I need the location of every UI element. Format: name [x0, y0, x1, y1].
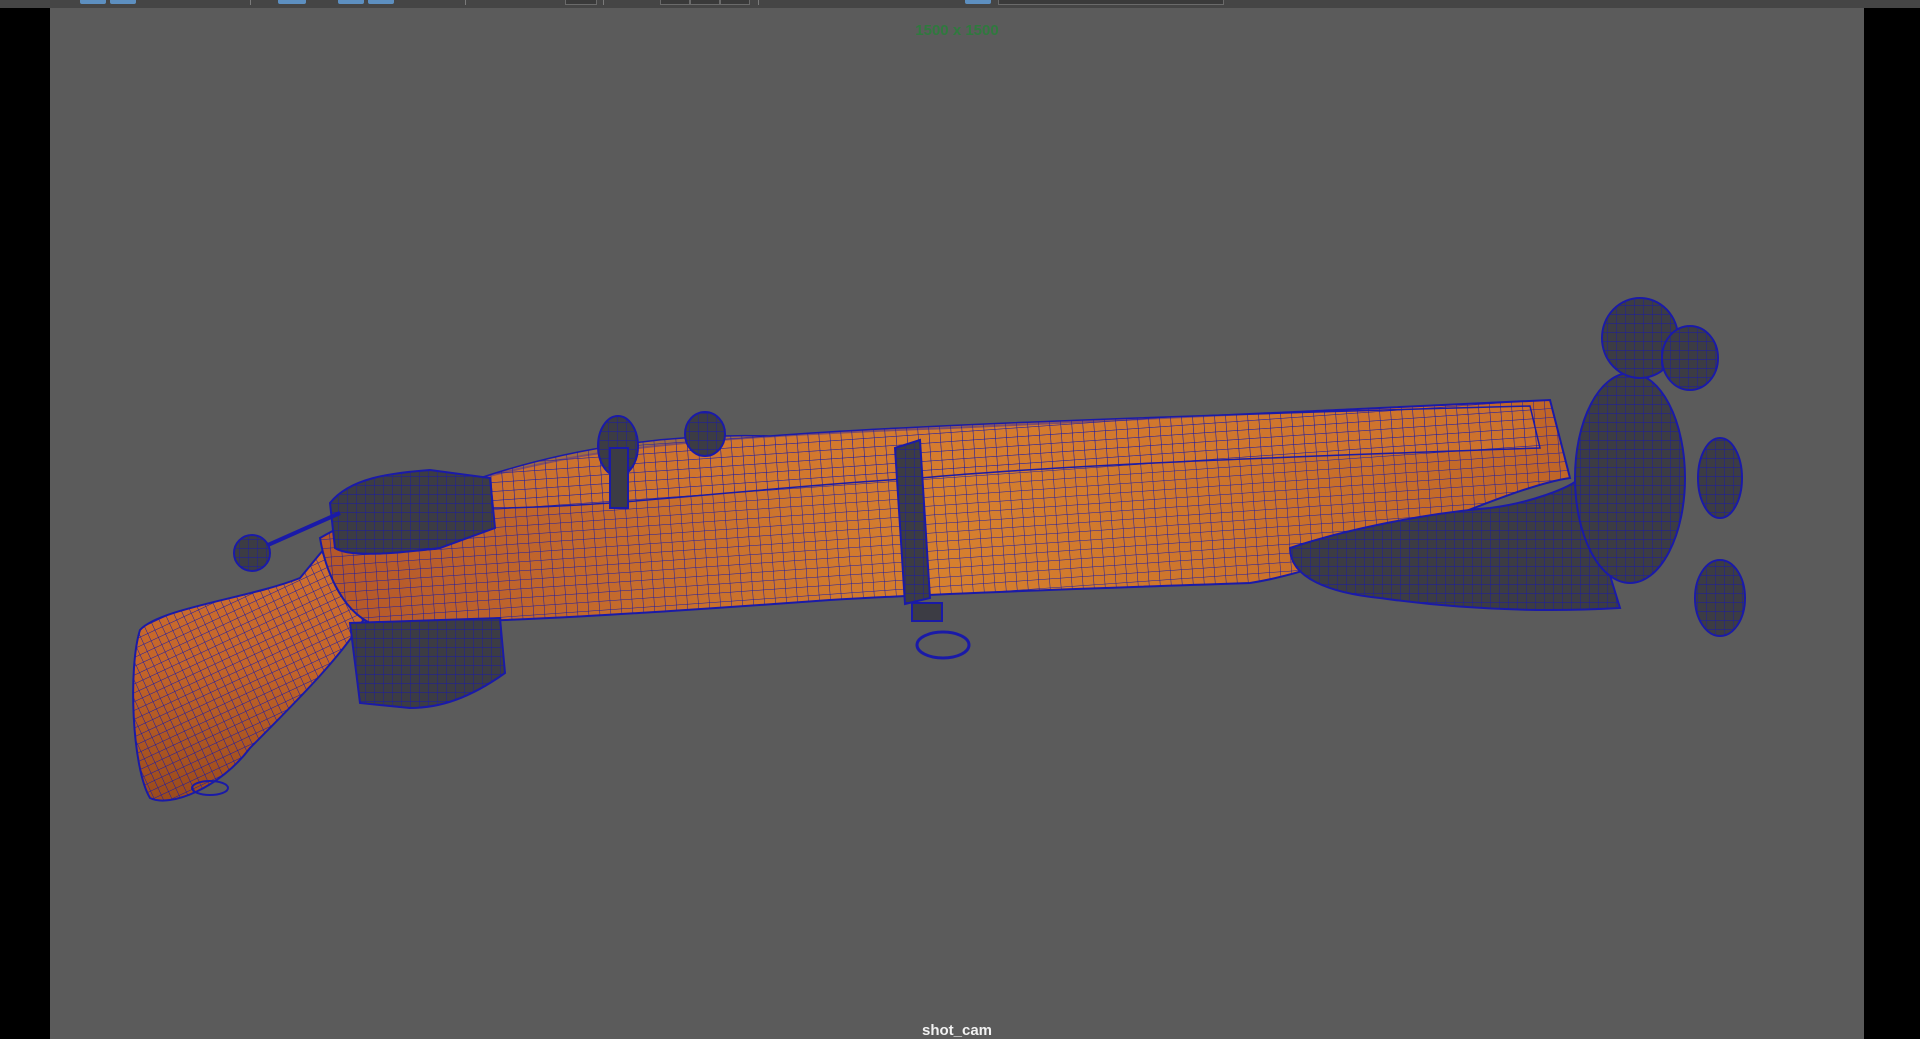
toolbar-button[interactable] [278, 0, 306, 4]
letterbox-right [1864, 8, 1920, 1039]
toolbar-field[interactable] [690, 0, 720, 5]
toolbar-button[interactable] [965, 0, 991, 4]
toolbar-separator [250, 0, 251, 5]
toolbar-field[interactable] [720, 0, 750, 5]
toolbar-button[interactable] [80, 0, 106, 4]
toolbar-button[interactable] [338, 0, 364, 4]
toolbar-field[interactable] [660, 0, 690, 5]
toolbar-separator [465, 0, 466, 5]
toolbar-button[interactable] [368, 0, 394, 4]
toolbar-separator [603, 0, 604, 5]
toolbar-field[interactable] [998, 0, 1224, 5]
toolbar-button[interactable] [110, 0, 136, 4]
camera-name-label: shot_cam [921, 1022, 993, 1039]
toolbar-field[interactable] [565, 0, 597, 5]
toolbar-separator [758, 0, 759, 5]
letterbox-left [0, 8, 50, 1039]
perspective-viewport[interactable]: 1500 x 1500 shot_cam [50, 8, 1864, 1039]
rifle-wireframe-on-shaded[interactable] [50, 8, 1864, 1039]
